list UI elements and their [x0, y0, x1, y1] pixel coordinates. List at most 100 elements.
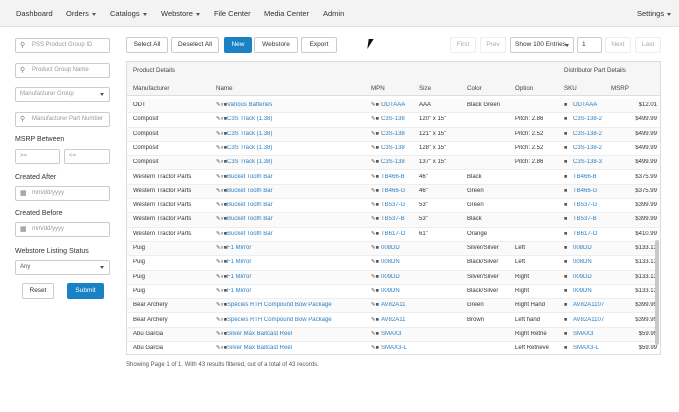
trash-icon[interactable]: ■ — [564, 174, 567, 180]
cell-mpn[interactable]: C3S-138 — [381, 131, 419, 137]
cell-name[interactable]: C3S Track (1.38) — [227, 116, 367, 122]
trash-icon[interactable]: ■ — [564, 331, 567, 337]
cell-name[interactable]: F1 Mirror — [227, 274, 367, 280]
edit-trash-icons[interactable]: ✎■ — [371, 116, 379, 122]
deselect-all-button[interactable]: Deselect All — [171, 37, 219, 53]
listing-status-select[interactable]: Any — [15, 260, 110, 275]
edit-trash-icons[interactable]: ✎■ — [371, 231, 379, 237]
cell-sku[interactable]: C3S-138-2 — [573, 131, 611, 137]
page-number-input[interactable]: 1 — [577, 37, 602, 53]
edit-trash-icons[interactable]: ✎■ — [371, 202, 379, 208]
cell-name[interactable]: Bucket Tooth Bar — [227, 188, 367, 194]
table-row[interactable]: Composit ✎⌕■ C3S Track (1.38) ✎■ C3S-138 120"… — [127, 113, 660, 128]
cell-name[interactable]: F1 Mirror — [227, 259, 367, 265]
cell-sku[interactable]: SMAX3-L — [573, 345, 611, 351]
edit-search-trash-icons[interactable]: ✎⌕■ — [216, 259, 227, 266]
edit-search-trash-icons[interactable]: ✎⌕■ — [216, 288, 227, 295]
table-row[interactable]: Abu Garcia ✎⌕■ Silver Max Baitcast Reel ✎■ S… — [127, 327, 660, 343]
cell-sku[interactable]: 008DN — [573, 259, 611, 265]
nav-file-center[interactable]: File Center — [214, 0, 251, 27]
first-page-button[interactable]: First — [450, 37, 476, 53]
cell-mpn[interactable]: C3S-138 — [381, 145, 419, 151]
manufacturer-group-select[interactable]: Manufacturer Group — [15, 87, 110, 102]
cell-name[interactable]: Silver Max Baitcast Reel — [227, 345, 367, 351]
edit-search-trash-icons[interactable]: ✎⌕■ — [216, 159, 227, 166]
table-row[interactable]: Western Tractor Parts ✎⌕■ Bucket Tooth Bar… — [127, 184, 660, 200]
nav-dashboard[interactable]: Dashboard — [16, 0, 53, 27]
cell-mpn[interactable]: 008DN — [381, 259, 419, 265]
table-row[interactable]: Bear Archery ✎⌕■ Species RTH Compound Bow … — [127, 299, 660, 314]
table-row[interactable]: Puig ✎⌕■ F1 Mirror ✎■ 009DN Black/Silver Right… — [127, 285, 660, 300]
last-page-button[interactable]: Last — [635, 37, 661, 53]
trash-icon[interactable]: ■ — [564, 231, 567, 237]
cell-sku[interactable]: AV82A1107 — [573, 317, 611, 323]
nav-webstore[interactable]: Webstore — [161, 0, 200, 27]
edit-search-trash-icons[interactable]: ✎⌕■ — [216, 188, 227, 195]
edit-search-trash-icons[interactable]: ✎⌕■ — [216, 202, 227, 209]
next-page-button[interactable]: Next — [605, 37, 631, 53]
trash-icon[interactable]: ■ — [564, 245, 567, 251]
table-row[interactable]: Western Tractor Parts ✎⌕■ Bucket Tooth Bar… — [127, 199, 660, 214]
trash-icon[interactable]: ■ — [564, 345, 567, 351]
edit-search-trash-icons[interactable]: ✎⌕■ — [216, 317, 227, 324]
cell-mpn[interactable]: AV82A11 — [381, 317, 419, 323]
edit-search-trash-icons[interactable]: ✎⌕■ — [216, 145, 227, 152]
msrp-max-input[interactable]: <= — [64, 149, 110, 164]
cell-name[interactable]: C3S Track (1.38) — [227, 145, 367, 151]
nav-admin[interactable]: Admin — [323, 0, 344, 27]
cell-sku[interactable]: C3S-138-2 — [573, 116, 611, 122]
col-sku[interactable]: SKU — [564, 85, 577, 92]
table-row[interactable]: Abu Garcia ✎⌕■ Silver Max Baitcast Reel ✎■ S… — [127, 342, 660, 354]
trash-icon[interactable]: ■ — [564, 102, 567, 108]
col-name[interactable]: Name — [216, 85, 233, 92]
page-size-select[interactable]: Show 100 Entries — [510, 37, 574, 53]
edit-trash-icons[interactable]: ✎■ — [371, 188, 379, 194]
export-button[interactable]: Export — [301, 37, 337, 53]
cell-mpn[interactable]: SMAX3 — [381, 331, 419, 337]
submit-button[interactable]: Submit — [67, 283, 104, 299]
table-row[interactable]: Composit ✎⌕■ C3S Track (1.38) ✎■ C3S-138 121"… — [127, 127, 660, 142]
cell-name[interactable]: Various Batteries — [227, 102, 367, 108]
cell-name[interactable]: Silver Max Baitcast Reel — [227, 331, 367, 337]
trash-icon[interactable]: ■ — [564, 216, 567, 222]
nav-media-center[interactable]: Media Center — [264, 0, 309, 27]
table-row[interactable]: Puig ✎⌕■ F1 Mirror ✎■ 008DN Black/Silver Left ■… — [127, 256, 660, 271]
trash-icon[interactable]: ■ — [564, 302, 567, 308]
table-row[interactable]: Western Tractor Parts ✎⌕■ Bucket Tooth Bar… — [127, 171, 660, 185]
cell-sku[interactable]: ODTAAA — [573, 102, 611, 108]
edit-trash-icons[interactable]: ✎■ — [371, 102, 379, 108]
cell-sku[interactable]: TB466-B — [573, 174, 611, 180]
new-button[interactable]: New — [224, 37, 252, 53]
edit-search-trash-icons[interactable]: ✎⌕■ — [216, 131, 227, 138]
cell-name[interactable]: Bucket Tooth Bar — [227, 231, 367, 237]
cell-name[interactable]: C3S Track (1.38) — [227, 131, 367, 137]
cell-sku[interactable]: SMAX3 — [573, 331, 611, 337]
cell-name[interactable]: Bucket Tooth Bar — [227, 216, 367, 222]
cell-mpn[interactable]: C3S-138 — [381, 116, 419, 122]
created-before-input[interactable]: ▦ mm/dd/yyyy — [15, 222, 110, 237]
edit-trash-icons[interactable]: ✎■ — [371, 302, 379, 308]
edit-trash-icons[interactable]: ✎■ — [371, 145, 379, 151]
cell-sku[interactable]: 008DD — [573, 245, 611, 251]
nav-settings[interactable]: Settings — [637, 0, 672, 27]
table-row[interactable]: Composit ✎⌕■ C3S Track (1.38) ✎■ C3S-138 128"… — [127, 142, 660, 157]
table-row[interactable]: Western Tractor Parts ✎⌕■ Bucket Tooth Bar… — [127, 213, 660, 228]
cell-mpn[interactable]: TB537-B — [381, 216, 419, 222]
cell-name[interactable]: Species RTH Compound Bow Package — [227, 317, 367, 323]
table-row[interactable]: Western Tractor Parts ✎⌕■ Bucket Tooth Bar… — [127, 228, 660, 242]
cell-name[interactable]: Bucket Tooth Bar — [227, 174, 367, 180]
edit-trash-icons[interactable]: ✎■ — [371, 259, 379, 265]
cell-name[interactable]: C3S Track (1.38) — [227, 159, 367, 165]
group-name-input[interactable]: ⚲ Product Group Name — [15, 63, 110, 78]
cell-sku[interactable]: TB537-G — [573, 202, 611, 208]
trash-icon[interactable]: ■ — [564, 116, 567, 122]
nav-catalogs[interactable]: Catalogs — [110, 0, 147, 27]
cell-name[interactable]: Species RTH Compound Bow Package — [227, 302, 367, 308]
select-all-button[interactable]: Select All — [126, 37, 168, 53]
edit-trash-icons[interactable]: ✎■ — [371, 131, 379, 137]
col-manufacturer[interactable]: Manufacturer — [133, 85, 169, 92]
cell-name[interactable]: F1 Mirror — [227, 245, 367, 251]
trash-icon[interactable]: ■ — [564, 188, 567, 194]
cell-sku[interactable]: AV82A1107 — [573, 302, 611, 308]
cell-mpn[interactable]: TB617-O — [381, 231, 419, 237]
